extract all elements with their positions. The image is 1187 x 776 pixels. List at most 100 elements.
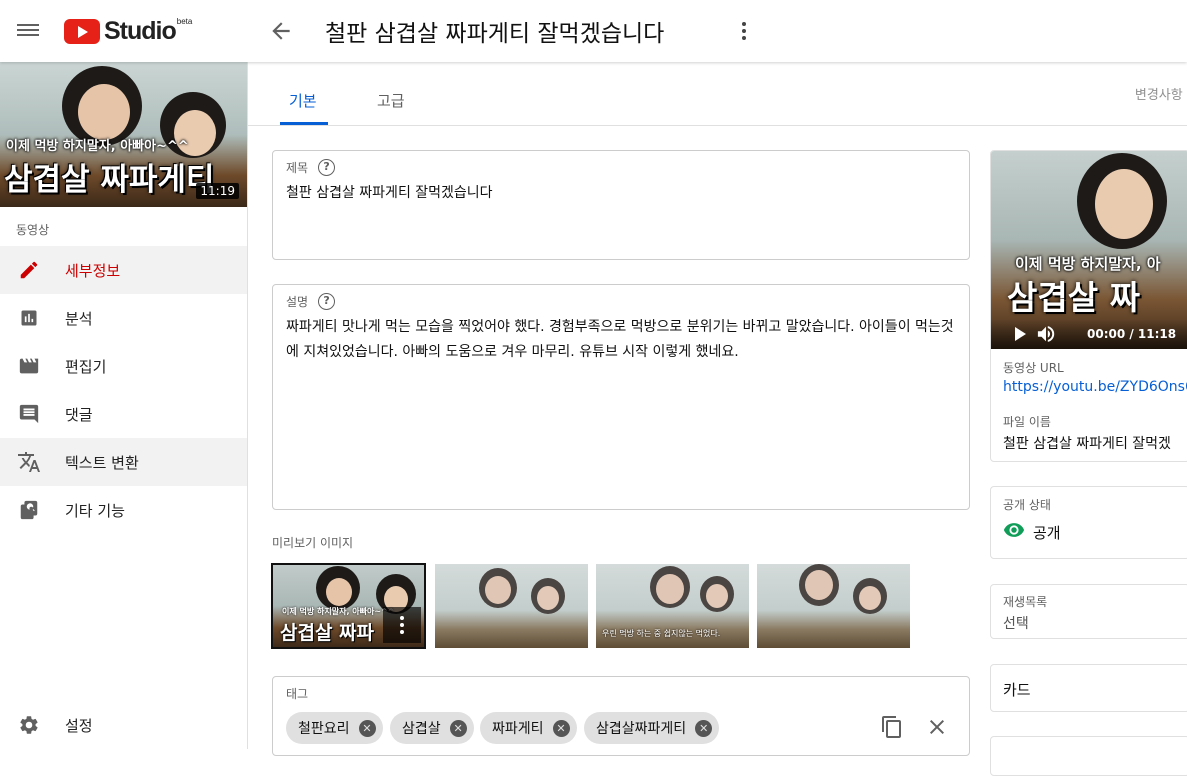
clear-tags-icon[interactable] <box>925 715 949 739</box>
description-input[interactable]: 짜파게티 맛나게 먹는 모습을 찍었어야 했다. 경험부족으로 먹방으로 분위기… <box>286 315 956 365</box>
nav-item-label: 텍스트 변환 <box>65 453 139 472</box>
section-label: 동영상 <box>16 223 50 237</box>
tab-basic[interactable]: 기본 <box>289 90 317 111</box>
page-title: 철판 삼겹살 짜파게티 잘먹겠습니다 <box>325 21 665 47</box>
thumbnail-figure <box>859 586 881 610</box>
volume-icon[interactable] <box>1035 325 1057 343</box>
filename-label: 파일 이름 <box>1003 415 1051 429</box>
thumbnail-figure <box>485 576 511 604</box>
thumbnail-figure <box>326 578 352 606</box>
thumbnail-figure <box>537 586 559 610</box>
visibility-card[interactable]: 공개 상태 공개 <box>990 486 1187 559</box>
tag-chip-label: 삼겹살짜파게티 <box>596 721 687 737</box>
active-tab-indicator <box>280 122 328 125</box>
thumbnail-figure <box>656 574 684 604</box>
video-caption-big: 삼겹살 짜 <box>1007 278 1140 317</box>
main-content: 기본 고급 변경사항 · 제목 ? 철판 삼겹살 짜파게티 잘먹겠습니다 설명 … <box>248 62 1187 776</box>
video-preview-card: 이제 먹방 하지말자, 아 삼겹살 짜 00:00 / 11:18 동영상 UR… <box>990 150 1187 462</box>
tag-chip-label: 삼겹살 <box>402 721 441 737</box>
description-label-text: 설명 <box>286 295 309 309</box>
remove-tag-icon[interactable]: ✕ <box>449 719 467 737</box>
video-duration: 11:19 <box>196 183 239 199</box>
hamburger-menu-icon[interactable] <box>17 21 39 41</box>
analytics-icon <box>17 306 41 330</box>
thumbnail-figure <box>1095 169 1153 239</box>
video-thumbnail[interactable]: 이제 먹방 하지말자, 아빠아~^^ 삼겹살 짜파게티 11:19 <box>0 62 247 207</box>
description-field-label: 설명 ? <box>286 293 336 310</box>
translate-icon <box>17 450 41 474</box>
cards-label: 카드 <box>1003 681 1031 699</box>
tab-bar: 기본 고급 변경사항 · <box>248 62 1187 126</box>
comment-icon <box>17 402 41 426</box>
remove-tag-icon[interactable]: ✕ <box>695 719 713 737</box>
remove-tag-icon[interactable]: ✕ <box>358 719 376 737</box>
visibility-label: 공개 상태 <box>1003 498 1051 512</box>
playlist-select[interactable]: 재생목록 선택 <box>990 584 1187 639</box>
tag-chip-label: 철판요리 <box>298 721 350 737</box>
title-field[interactable]: 제목 ? 철판 삼겹살 짜파게티 잘먹겠습니다 <box>272 150 970 260</box>
visibility-value: 공개 <box>1033 524 1061 542</box>
logo-beta: beta <box>176 17 193 26</box>
nav-item-label: 분석 <box>65 309 93 328</box>
thumbnail-caption: 우린 먹방 하는 중 쉽지않는 먹었다. <box>602 629 721 638</box>
player-controls: 00:00 / 11:18 <box>991 319 1187 349</box>
help-icon[interactable]: ? <box>318 293 336 310</box>
youtube-play-icon <box>64 18 100 44</box>
nav-item-editor[interactable]: 편집기 <box>0 342 247 390</box>
nav-item-label: 세부정보 <box>65 261 121 280</box>
thumbnail-option-auto-1[interactable] <box>435 564 588 648</box>
title-label-text: 제목 <box>286 161 309 175</box>
nav-item-transcription[interactable]: 텍스트 변환 <box>0 438 247 486</box>
more-options-icon[interactable] <box>734 20 754 42</box>
title-field-label: 제목 ? <box>286 159 336 176</box>
cards-card[interactable]: 카드 <box>990 664 1187 712</box>
nav-item-label: 편집기 <box>65 357 107 376</box>
thumbnail-figure <box>78 84 130 140</box>
clapperboard-icon <box>17 354 41 378</box>
tag-chip: 짜파게티 ✕ <box>480 712 577 744</box>
nav-item-analytics[interactable]: 분석 <box>0 294 247 342</box>
video-player[interactable]: 이제 먹방 하지말자, 아 삼겹살 짜 00:00 / 11:18 <box>991 151 1187 349</box>
filename-value: 철판 삼겹살 짜파게티 잘먹겠 <box>1003 436 1171 452</box>
help-icon[interactable]: ? <box>318 159 336 176</box>
back-arrow-icon[interactable] <box>268 18 294 44</box>
playback-time: 00:00 / 11:18 <box>1087 327 1177 341</box>
youtube-studio-logo[interactable]: Studio beta <box>64 17 192 45</box>
video-url-link[interactable]: https://youtu.be/ZYD6Ons6 <box>1003 379 1187 395</box>
thumbnail-caption-big: 삼겹살 짜파 <box>280 622 375 644</box>
tab-advanced[interactable]: 고급 <box>377 90 405 111</box>
thumbnail-caption-big: 삼겹살 짜파게티 <box>4 162 215 198</box>
eye-icon <box>1003 521 1025 539</box>
play-icon[interactable] <box>1015 327 1026 341</box>
playlist-value: 선택 <box>1003 616 1029 632</box>
nav-item-settings[interactable]: 설정 <box>0 701 247 749</box>
nav-item-extra-features[interactable]: 기타 기능 <box>0 486 247 534</box>
remove-tag-icon[interactable]: ✕ <box>552 719 570 737</box>
thumbnail-option-auto-2[interactable]: 우린 먹방 하는 중 쉽지않는 먹었다. <box>596 564 749 648</box>
nav-item-comments[interactable]: 댓글 <box>0 390 247 438</box>
settings-area: 설정 <box>0 701 247 749</box>
extra-features-icon <box>17 498 41 522</box>
thumbnail-caption-small: 이제 먹방 하지말자, 아빠아~^^ <box>282 607 395 616</box>
save-status-text: 변경사항 · <box>1134 88 1187 103</box>
thumbnails-label: 미리보기 이미지 <box>272 536 354 550</box>
sidebar: 이제 먹방 하지말자, 아빠아~^^ 삼겹살 짜파게티 11:19 동영상 세부… <box>0 62 248 749</box>
tag-chip: 철판요리 ✕ <box>286 712 383 744</box>
tag-chip: 삼겹살짜파게티 ✕ <box>584 712 720 744</box>
tags-field[interactable]: 태그 철판요리 ✕ 삼겹살 ✕ 짜파게티 ✕ 삼겹살짜파게티 ✕ <box>272 676 970 756</box>
copy-icon[interactable] <box>880 715 904 739</box>
title-input[interactable]: 철판 삼겹살 짜파게티 잘먹겠습니다 <box>286 181 956 206</box>
thumbnail-option-custom[interactable]: 이제 먹방 하지말자, 아빠아~^^ 삼겹살 짜파 <box>271 563 426 649</box>
description-field[interactable]: 설명 ? 짜파게티 맛나게 먹는 모습을 찍었어야 했다. 경험부족으로 먹방으… <box>272 284 970 510</box>
thumbnail-option-auto-3[interactable] <box>757 564 910 648</box>
tag-chip-label: 짜파게티 <box>492 721 544 737</box>
nav-item-label: 기타 기능 <box>65 501 125 520</box>
nav-item-details[interactable]: 세부정보 <box>0 246 247 294</box>
tags-label: 태그 <box>286 687 309 701</box>
video-url-label: 동영상 URL <box>1003 361 1064 375</box>
thumbnail-figure <box>706 584 728 608</box>
thumbnail-options-icon[interactable] <box>383 607 421 643</box>
nav-item-label: 설정 <box>65 716 93 735</box>
pencil-icon <box>17 258 41 282</box>
next-card-partial <box>990 736 1187 776</box>
